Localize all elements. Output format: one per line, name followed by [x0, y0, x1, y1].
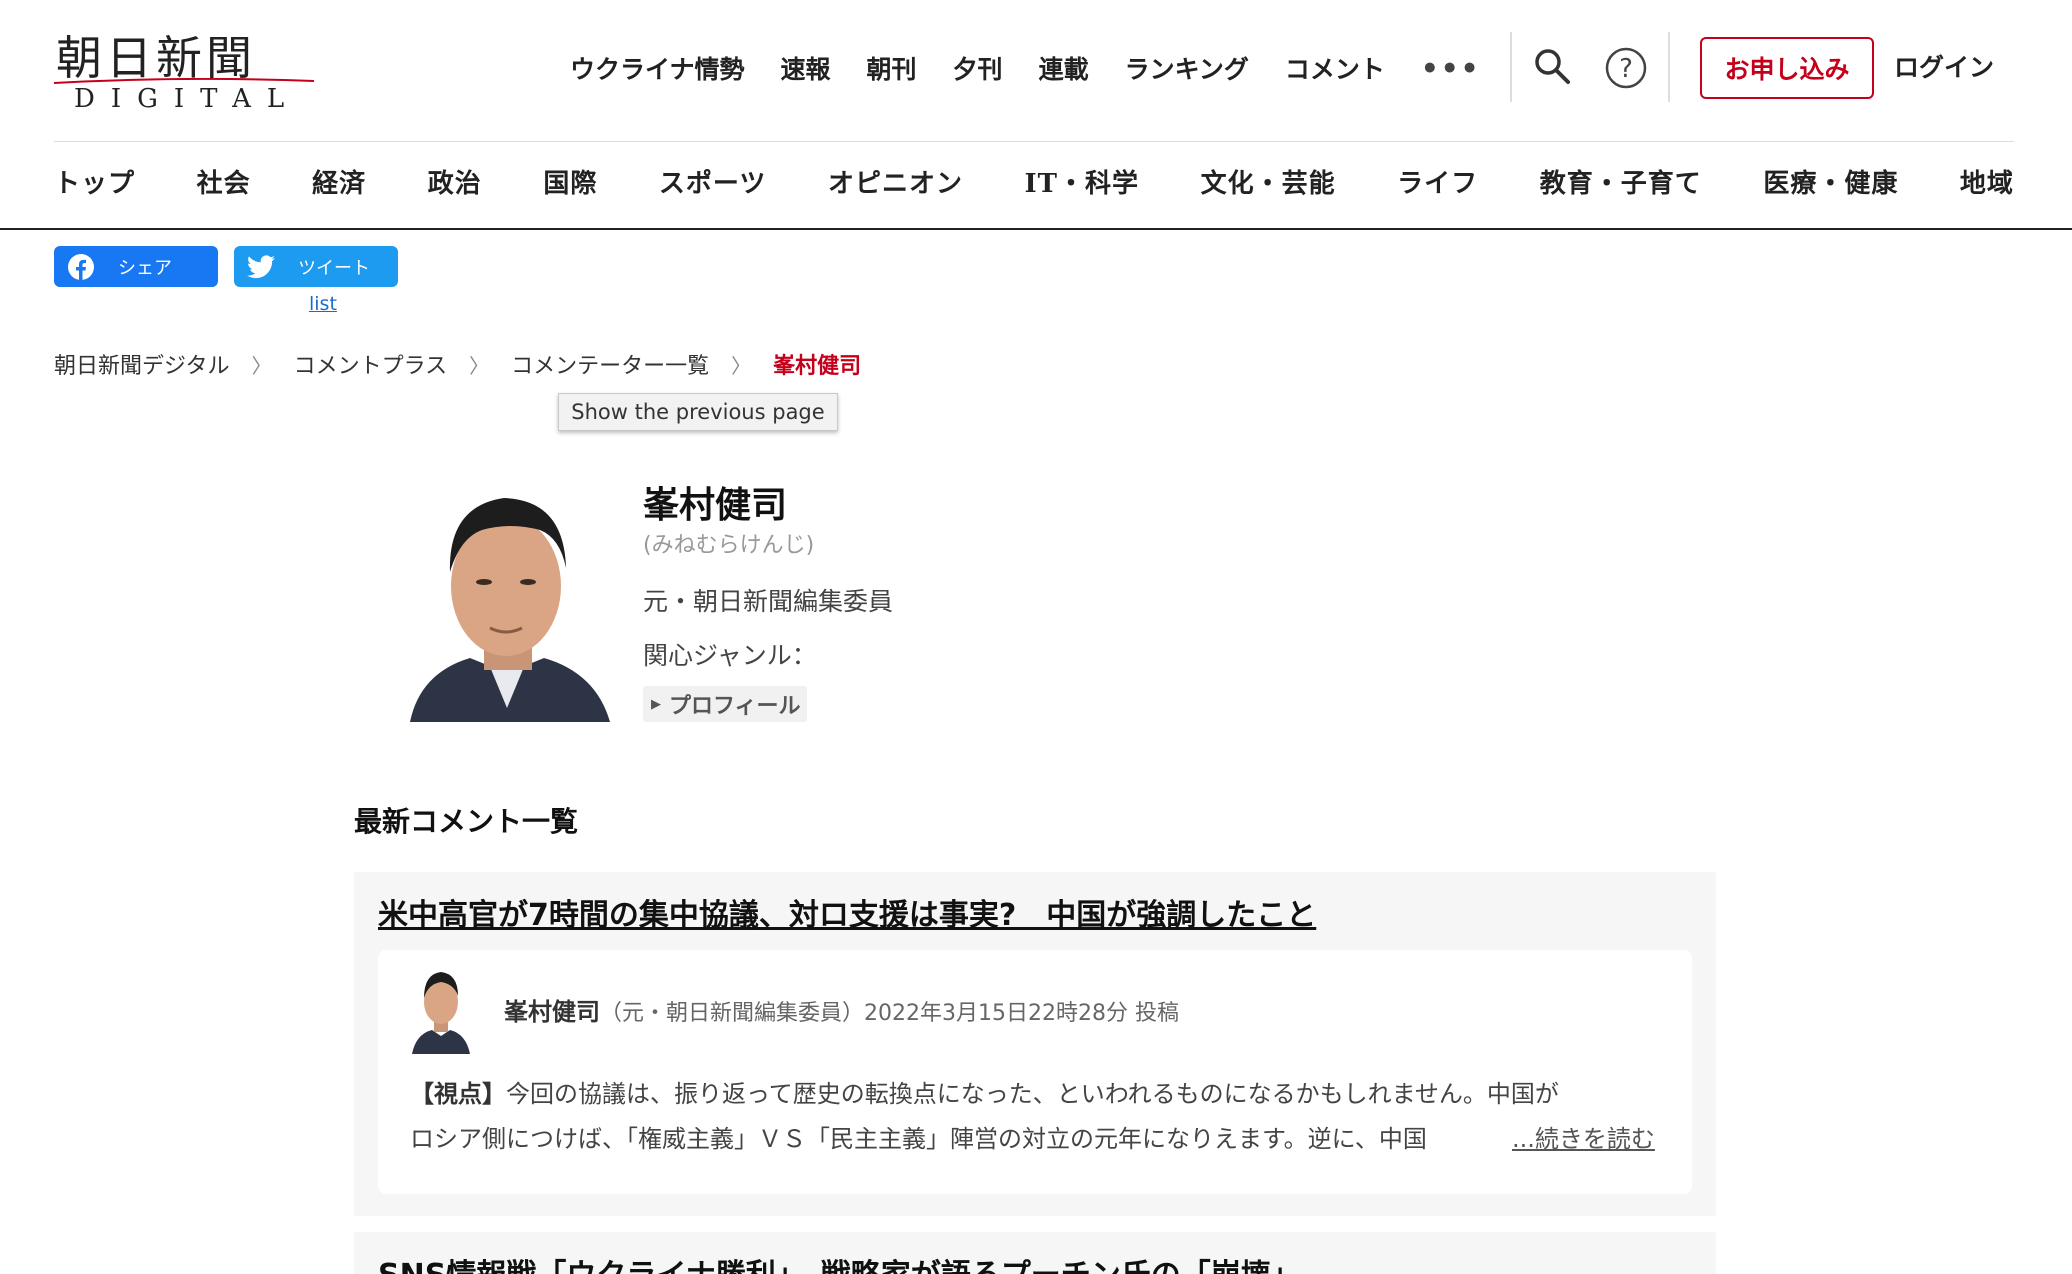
tooltip: Show the previous page	[558, 393, 838, 431]
top-navigation: ウクライナ情勢 速報 朝刊 夕刊 連載 ランキング コメント •••	[570, 48, 1481, 88]
article-title-link[interactable]: 米中高官が7時間の集中協議、対ロ支援は事実? 中国が強調したこと	[378, 890, 1316, 934]
topnav-evening[interactable]: 夕刊	[953, 50, 1003, 86]
profile-toggle-label: プロフィール	[669, 694, 801, 719]
twitter-share-label: ツイート	[298, 257, 370, 279]
read-more-link[interactable]: ...続きを読む	[1512, 1117, 1655, 1162]
comment-tag: 【視点】	[410, 1080, 506, 1108]
category-sports[interactable]: スポーツ	[659, 163, 766, 200]
commentator-avatar[interactable]	[410, 960, 472, 1054]
logo-sub-text: DIGITAL	[74, 84, 301, 114]
category-politics[interactable]: 政治	[428, 163, 482, 200]
breadcrumb-chevron-icon: 〉	[731, 353, 752, 378]
svg-text:?: ?	[1619, 54, 1633, 84]
comment-text: 【視点】今回の協議は、振り返って歴史の転換点になった、といわれるものになるかもし…	[410, 1072, 1670, 1162]
category-culture[interactable]: 文化・芸能	[1201, 163, 1336, 200]
topnav-ranking[interactable]: ランキング	[1125, 50, 1249, 86]
category-health[interactable]: 医療・健康	[1763, 163, 1898, 200]
interest-genre-label: 関心ジャンル：	[643, 641, 817, 670]
triangle-right-icon: ▶	[651, 696, 661, 712]
facebook-icon	[66, 252, 96, 282]
site-logo[interactable]: 朝日新聞 DIGITAL	[54, 22, 316, 114]
article-title-link[interactable]: SNS情報戦「ウクライナ勝利」 戦略家が語るプーチン氏の「崩壊」	[378, 1250, 1301, 1274]
facebook-share-button[interactable]: シェア	[54, 246, 218, 287]
login-link[interactable]: ログイン	[1894, 48, 1994, 84]
category-region[interactable]: 地域	[1960, 163, 2014, 200]
profile-toggle[interactable]: ▶ プロフィール	[643, 686, 807, 722]
topnav-ukraine[interactable]: ウクライナ情勢	[570, 50, 745, 86]
breadcrumb-current: 峯村健司	[773, 354, 862, 379]
site-header: 朝日新聞 DIGITAL ウクライナ情勢 速報 朝刊 夕刊 連載 ランキング コ…	[0, 0, 2072, 230]
breadcrumb-home[interactable]: 朝日新聞デジタル	[54, 348, 230, 380]
comment-line-1: 今回の協議は、振り返って歴史の転換点になった、といわれるものになるかもしれません…	[506, 1080, 1559, 1108]
topnav-series[interactable]: 連載	[1039, 50, 1089, 86]
category-international[interactable]: 国際	[543, 163, 597, 200]
comment-author[interactable]: 峯村健司	[504, 998, 600, 1026]
category-navigation: トップ 社会 経済 政治 国際 スポーツ オピニオン IT・科学 文化・芸能 ラ…	[54, 163, 2014, 200]
breadcrumb-commentators[interactable]: コメンテーター一覧	[511, 348, 709, 380]
comment-timestamp: 2022年3月15日22時28分 投稿	[864, 1001, 1179, 1026]
category-top[interactable]: トップ	[54, 163, 135, 200]
topnav-comment[interactable]: コメント	[1285, 50, 1385, 86]
comment-author-role: （元・朝日新聞編集委員）	[600, 1001, 865, 1026]
nav-divider	[1510, 32, 1512, 102]
breadcrumb-chevron-icon: 〉	[469, 353, 490, 378]
commentator-portrait	[410, 498, 610, 722]
latest-comments-heading: 最新コメント一覧	[354, 805, 579, 838]
comment-card: SNS情報戦「ウクライナ勝利」 戦略家が語るプーチン氏の「崩壊」	[354, 1232, 1716, 1274]
category-it-science[interactable]: IT・科学	[1025, 163, 1140, 200]
comment-line-2: ロシア側につけば、「権威主義」ＶＳ「民主主義」陣営の対立の元年になりえます。逆に…	[410, 1125, 1427, 1153]
nav-divider	[1668, 32, 1670, 102]
subscribe-button[interactable]: お申し込み	[1700, 37, 1874, 99]
topnav-morning[interactable]: 朝刊	[867, 50, 917, 86]
category-economy[interactable]: 経済	[312, 163, 366, 200]
search-icon[interactable]	[1532, 46, 1572, 86]
help-icon[interactable]: ?	[1604, 46, 1648, 90]
comment-body: 峯村健司（元・朝日新聞編集委員）2022年3月15日22時28分 投稿 【視点】…	[378, 950, 1692, 1194]
commentator-kana: (みねむらけんじ)	[643, 533, 815, 558]
header-divider	[54, 141, 2014, 142]
breadcrumb-comment-plus[interactable]: コメントプラス	[294, 348, 448, 380]
twitter-share-button[interactable]: ツイート	[234, 246, 398, 287]
commentator-name: 峯村健司	[643, 485, 788, 526]
commentator-title: 元・朝日新聞編集委員	[643, 587, 894, 616]
category-life[interactable]: ライフ	[1397, 163, 1478, 200]
category-opinion[interactable]: オピニオン	[828, 163, 963, 200]
breadcrumb: 朝日新聞デジタル 〉 コメントプラス 〉 コメンテーター一覧 〉 峯村健司	[54, 348, 861, 380]
header-bottom-border	[0, 228, 2072, 230]
twitter-icon	[246, 252, 276, 282]
page: 朝日新聞 DIGITAL ウクライナ情勢 速報 朝刊 夕刊 連載 ランキング コ…	[0, 0, 2072, 1274]
category-society[interactable]: 社会	[197, 163, 251, 200]
more-menu-icon[interactable]: •••	[1421, 52, 1481, 85]
category-education[interactable]: 教育・子育て	[1540, 163, 1702, 200]
breadcrumb-chevron-icon: 〉	[251, 353, 272, 378]
comment-meta: 峯村健司（元・朝日新聞編集委員）2022年3月15日22時28分 投稿	[504, 992, 1179, 1027]
facebook-share-label: シェア	[118, 257, 172, 279]
list-link[interactable]: list	[309, 293, 337, 315]
topnav-breaking[interactable]: 速報	[781, 50, 831, 86]
comment-card: 米中高官が7時間の集中協議、対ロ支援は事実? 中国が強調したこと 峯村健司（元・…	[354, 872, 1716, 1216]
